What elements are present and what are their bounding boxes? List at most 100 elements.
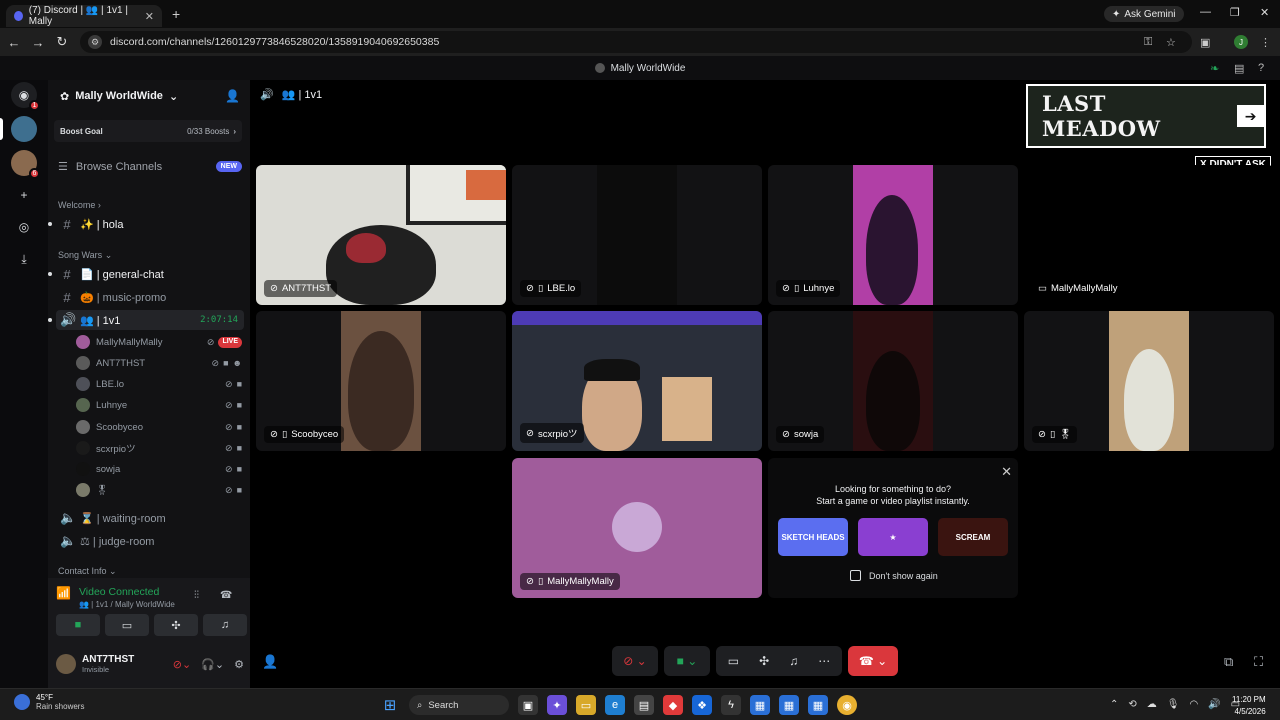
maximize-icon[interactable]: ❐ — [1230, 6, 1240, 19]
activities-icon[interactable]: ✣ — [759, 654, 769, 668]
boost-goal-bar[interactable]: Boost Goal 0/33 Boosts › — [54, 120, 242, 142]
mic-icon[interactable]: 🎙 — [1167, 699, 1180, 710]
video-tile[interactable]: ⊘ ANT7THST — [256, 165, 506, 305]
invite-user-icon[interactable]: 👤 — [262, 654, 278, 670]
site-info-icon[interactable]: ⚙ — [88, 35, 102, 49]
video-tile[interactable]: ⊘ ▯ Luhnye — [768, 165, 1018, 305]
windows-start-icon[interactable]: ⊞ — [380, 695, 400, 715]
channel-hola[interactable]: # ✨ | hola — [48, 214, 244, 234]
add-server-icon[interactable]: + — [11, 182, 37, 208]
video-tile[interactable]: ⊘ ▯ 🎖 — [1024, 311, 1274, 451]
minimize-icon[interactable]: — — [1200, 6, 1211, 18]
pop-out-icon[interactable]: ⧉ — [1224, 654, 1233, 670]
screen-share-button[interactable]: ▭ — [105, 614, 149, 636]
fullscreen-icon[interactable]: ⛶ — [1254, 654, 1263, 670]
disconnect-icon[interactable]: ☎ — [220, 590, 232, 601]
reload-icon[interactable]: ↻ — [50, 34, 74, 50]
voice-status[interactable]: 📶 Video Connected 👥 | 1v1 / Mally WorldW… — [56, 586, 175, 609]
dropbox-icon[interactable]: ❖ — [692, 695, 712, 715]
file-explorer-icon[interactable]: ▭ — [576, 695, 596, 715]
inbox-icon[interactable]: ▤ — [1234, 62, 1244, 75]
activity-card-scream[interactable]: SCREAM — [938, 518, 1008, 556]
video-tile[interactable]: ⊘ ▯ LBE.lo — [512, 165, 762, 305]
voice-member[interactable]: Scoobyceo ⊘ ■ — [76, 417, 242, 437]
invite-user-icon[interactable]: 👤 — [225, 89, 240, 103]
server-avatar-icon[interactable]: 6 — [11, 150, 40, 179]
last-meadow-banner[interactable]: LAST MEADOW ➔ — [1026, 84, 1266, 148]
activity-card-game[interactable]: ★ — [858, 518, 928, 556]
chevron-up-icon[interactable]: ⌃ — [1110, 699, 1118, 710]
activity-card-sketch-heads[interactable]: SKETCH HEADS — [778, 518, 848, 556]
video-tile[interactable]: ⊘ ▯ Scoobyceo — [256, 311, 506, 451]
volume-icon[interactable]: 🔊 — [1208, 699, 1220, 710]
forward-icon[interactable]: → — [26, 35, 50, 50]
voice-member[interactable]: sowja ⊘ ■ — [76, 459, 242, 479]
app-icon[interactable]: ▦ — [779, 695, 799, 715]
voice-channel-judge-room[interactable]: 🔈 ⚖ | judge-room — [56, 531, 244, 551]
voice-member[interactable]: Luhnye ⊘ ■ — [76, 395, 242, 415]
camera-toggle-button[interactable]: ■ ⌄ — [664, 646, 710, 676]
close-icon[interactable]: ✕ — [1001, 464, 1012, 480]
copilot-icon[interactable]: ✦ — [547, 695, 567, 715]
voice-channel-waiting-room[interactable]: 🔈 ⌛ | waiting-room — [56, 508, 244, 528]
app-icon[interactable]: ▦ — [750, 695, 770, 715]
weather-widget[interactable]: 45°F Rain showers — [14, 693, 84, 711]
explore-compass-icon[interactable]: ◎ — [11, 214, 37, 240]
voice-member[interactable]: LBE.lo ⊘ ■ — [76, 374, 242, 394]
browse-channels-item[interactable]: ☰ Browse Channels NEW — [58, 160, 242, 173]
wifi-icon[interactable]: ◠ — [1189, 699, 1198, 710]
server-mally-icon[interactable] — [11, 116, 37, 142]
noise-suppression-icon[interactable]: ⫶⫶ — [194, 590, 199, 601]
bookmark-star-icon[interactable]: ☆ — [1166, 36, 1176, 49]
clock[interactable]: 11:20 PM 4/5/2026 — [1232, 694, 1266, 718]
activities-button[interactable]: ✣ — [154, 614, 198, 636]
url-input[interactable]: ⚙ discord.com/channels/12601297738465280… — [80, 31, 1192, 53]
video-tile[interactable]: ▭ MallyMallyMally — [1024, 165, 1274, 305]
channel-music-promo[interactable]: # 🎃 | music-promo — [56, 287, 244, 307]
new-tab-button[interactable]: + — [172, 6, 180, 22]
password-key-icon[interactable]: ⚿ — [1144, 36, 1152, 49]
voice-member[interactable]: scxrpioツ ⊘ ■ — [76, 438, 242, 458]
voice-member[interactable]: ANT7THST ⊘ ■ ☻ — [76, 353, 242, 373]
soundboard-button[interactable]: ♫ — [203, 614, 247, 636]
mic-muted-button[interactable]: ⊘⌄ — [173, 658, 191, 671]
avatar[interactable] — [56, 654, 76, 674]
settings-gear-icon[interactable]: ⚙ — [234, 658, 244, 671]
video-tile[interactable]: ⊘ sowja — [768, 311, 1018, 451]
taskbar-search[interactable]: ⌕ Search — [409, 695, 509, 715]
voice-channel-1v1[interactable]: 🔊 👥 | 1v1 2:07:14 — [48, 310, 244, 330]
task-view-icon[interactable]: ▣ — [518, 695, 538, 715]
voice-member[interactable]: 🎖 ⊘ ■ — [76, 480, 242, 500]
mute-mic-button[interactable]: ⊘ ⌄ — [612, 646, 658, 676]
help-icon[interactable]: ? — [1258, 62, 1264, 74]
profile-avatar[interactable]: J — [1234, 35, 1248, 49]
close-tab-icon[interactable]: ✕ — [145, 10, 154, 23]
cloud-icon[interactable]: ☁ — [1147, 699, 1157, 710]
chrome-icon[interactable]: ◉ — [837, 695, 857, 715]
download-icon[interactable]: ⤓ — [11, 246, 37, 272]
video-tile[interactable]: ⊘ scxrpioツ — [512, 311, 762, 451]
category-welcome[interactable]: Welcome › — [58, 200, 101, 210]
store-icon[interactable]: ▤ — [634, 695, 654, 715]
browser-tab[interactable]: (7) Discord | 👥 | 1v1 | Mally ✕ — [6, 5, 162, 27]
voice-member[interactable]: MallyMallyMally ⊘ LIVE — [76, 332, 242, 352]
app-icon[interactable]: ϟ — [721, 695, 741, 715]
soundboard-icon[interactable]: ♫ — [789, 654, 798, 668]
edge-icon[interactable]: e — [605, 695, 625, 715]
leave-call-button[interactable]: ☎ ⌄ — [848, 646, 898, 676]
app-icon[interactable]: ▦ — [808, 695, 828, 715]
server-header[interactable]: ✿ Mally WorldWide ⌄ 👤 — [48, 80, 250, 112]
camera-button[interactable]: ■ — [56, 614, 100, 636]
category-song-wars[interactable]: Song Wars ⌄ — [58, 250, 112, 261]
headphones-button[interactable]: 🎧⌄ — [201, 658, 224, 671]
direct-messages-icon[interactable]: ◉ 1 — [11, 82, 40, 111]
screen-share-icon[interactable]: ▭ — [728, 654, 739, 668]
more-options-icon[interactable]: ⋯ — [818, 654, 830, 668]
channel-general-chat[interactable]: # 📄 | general-chat — [48, 264, 244, 284]
app-icon[interactable]: ◆ — [663, 695, 683, 715]
back-icon[interactable]: ← — [2, 35, 26, 50]
ask-gemini-button[interactable]: ✦ Ask Gemini — [1104, 6, 1184, 22]
nitro-leaf-icon[interactable]: ❧ — [1210, 62, 1219, 75]
side-panel-icon[interactable]: ▣ — [1200, 36, 1210, 49]
window-close-icon[interactable]: ✕ — [1260, 6, 1269, 19]
